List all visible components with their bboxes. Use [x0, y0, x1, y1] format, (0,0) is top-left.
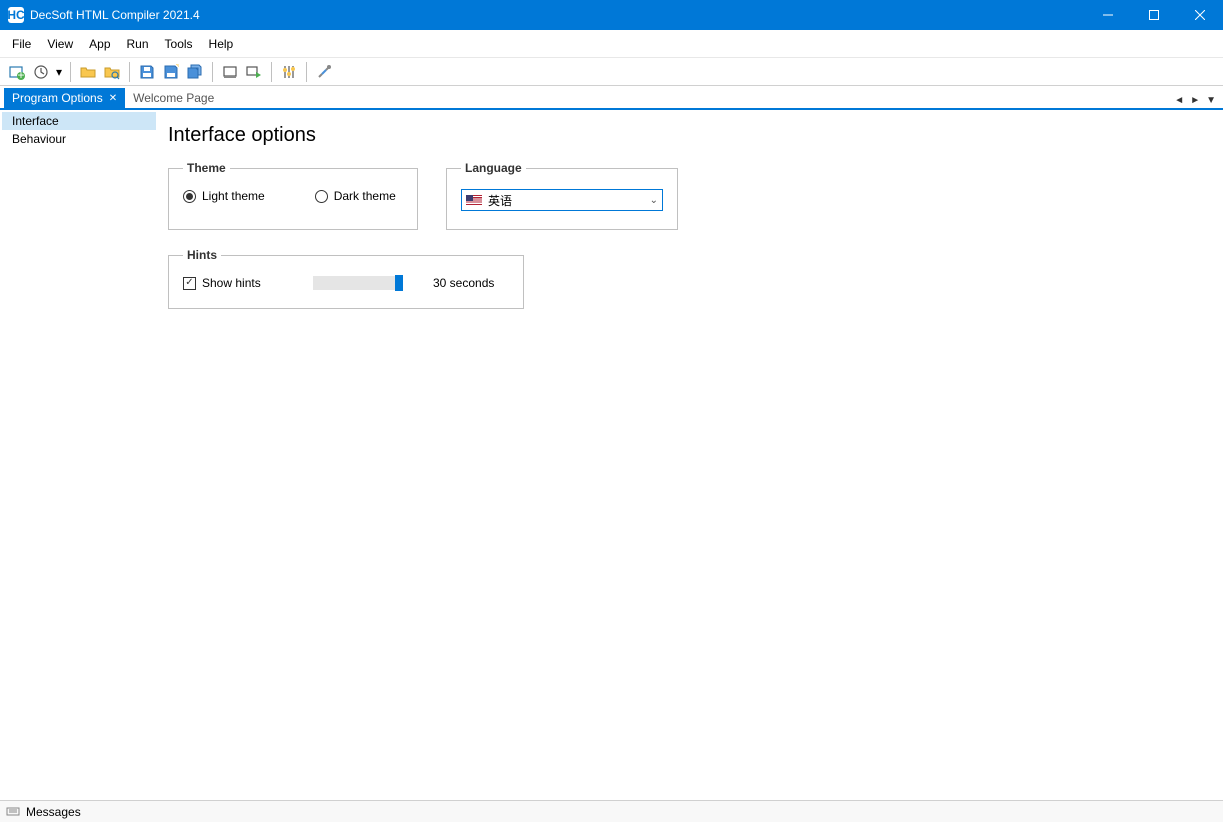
toolbar-separator: [271, 62, 272, 82]
language-selected: 英语: [488, 192, 644, 209]
options-sidebar: Interface Behaviour: [0, 110, 158, 800]
radio-dark-theme[interactable]: Dark theme: [315, 189, 396, 203]
menu-help[interactable]: Help: [201, 33, 242, 55]
tab-row: Program Options ✕ Welcome Page ◄ ► ▼: [0, 86, 1223, 110]
app-icon: HC: [8, 7, 24, 23]
tab-menu-icon[interactable]: ▼: [1203, 93, 1219, 108]
hints-duration-label: 30 seconds: [433, 276, 494, 290]
toolbar-separator: [129, 62, 130, 82]
tab-next-icon[interactable]: ►: [1187, 93, 1203, 108]
content-area: Interface Behaviour Interface options Th…: [0, 110, 1223, 800]
statusbar-messages[interactable]: Messages: [26, 805, 81, 819]
menu-app[interactable]: App: [81, 33, 118, 55]
close-button[interactable]: [1177, 0, 1223, 30]
flag-us-icon: [466, 195, 482, 206]
hints-group: Hints Show hints 30 seconds: [168, 248, 524, 309]
menu-file[interactable]: File: [4, 33, 39, 55]
window-titlebar: HC DecSoft HTML Compiler 2021.4: [0, 0, 1223, 30]
messages-icon[interactable]: [6, 805, 20, 819]
language-group: Language 英语 ⌄: [446, 161, 678, 230]
checkbox-show-hints[interactable]: Show hints: [183, 276, 293, 290]
minimize-button[interactable]: [1085, 0, 1131, 30]
slider-thumb[interactable]: [395, 275, 403, 291]
menu-view[interactable]: View: [39, 33, 81, 55]
theme-group: Theme Light theme Dark theme: [168, 161, 418, 230]
tab-prev-icon[interactable]: ◄: [1171, 93, 1187, 108]
save-all-icon[interactable]: [184, 61, 206, 83]
build-icon[interactable]: [219, 61, 241, 83]
hints-legend: Hints: [183, 248, 221, 262]
save-icon[interactable]: [136, 61, 158, 83]
page-title: Interface options: [168, 124, 1213, 147]
tab-close-icon[interactable]: ✕: [109, 93, 117, 104]
radio-label: Light theme: [202, 189, 265, 203]
hints-duration-slider[interactable]: [313, 276, 403, 290]
toolbar: + ▾ ✎: [0, 58, 1223, 86]
checkbox-label: Show hints: [202, 276, 261, 290]
app-icon-text: HC: [7, 8, 24, 22]
chevron-down-icon: ⌄: [650, 195, 658, 206]
build-run-icon[interactable]: [243, 61, 265, 83]
recent-dropdown-icon[interactable]: ▾: [54, 61, 64, 83]
language-combobox[interactable]: 英语 ⌄: [461, 189, 663, 211]
sidebar-item-interface[interactable]: Interface: [2, 112, 156, 130]
checkbox-icon: [183, 277, 196, 290]
settings-icon[interactable]: [278, 61, 300, 83]
open-search-icon[interactable]: [101, 61, 123, 83]
options-main: Interface options Theme Light theme Dark…: [158, 110, 1223, 800]
svg-text:✎: ✎: [175, 64, 179, 73]
toolbar-separator: [212, 62, 213, 82]
radio-label: Dark theme: [334, 189, 396, 203]
recent-icon[interactable]: [30, 61, 52, 83]
tab-label: Program Options: [12, 91, 103, 105]
tools-icon[interactable]: [313, 61, 335, 83]
tab-welcome-page[interactable]: Welcome Page: [125, 88, 222, 108]
svg-text:+: +: [17, 68, 24, 80]
window-controls: [1085, 0, 1223, 30]
save-as-icon[interactable]: ✎: [160, 61, 182, 83]
menubar: File View App Run Tools Help: [0, 30, 1223, 58]
window-title: DecSoft HTML Compiler 2021.4: [30, 8, 1085, 22]
statusbar: Messages: [0, 800, 1223, 822]
toolbar-separator: [70, 62, 71, 82]
radio-light-theme[interactable]: Light theme: [183, 189, 265, 203]
maximize-button[interactable]: [1131, 0, 1177, 30]
tab-program-options[interactable]: Program Options ✕: [4, 88, 125, 108]
menu-run[interactable]: Run: [119, 33, 157, 55]
theme-legend: Theme: [183, 161, 230, 175]
language-legend: Language: [461, 161, 526, 175]
tab-label: Welcome Page: [133, 91, 214, 105]
menu-tools[interactable]: Tools: [157, 33, 201, 55]
new-project-icon[interactable]: +: [6, 61, 28, 83]
toolbar-separator: [306, 62, 307, 82]
radio-dot-icon: [183, 190, 196, 203]
sidebar-item-behaviour[interactable]: Behaviour: [2, 130, 156, 148]
radio-dot-icon: [315, 190, 328, 203]
open-folder-icon[interactable]: [77, 61, 99, 83]
